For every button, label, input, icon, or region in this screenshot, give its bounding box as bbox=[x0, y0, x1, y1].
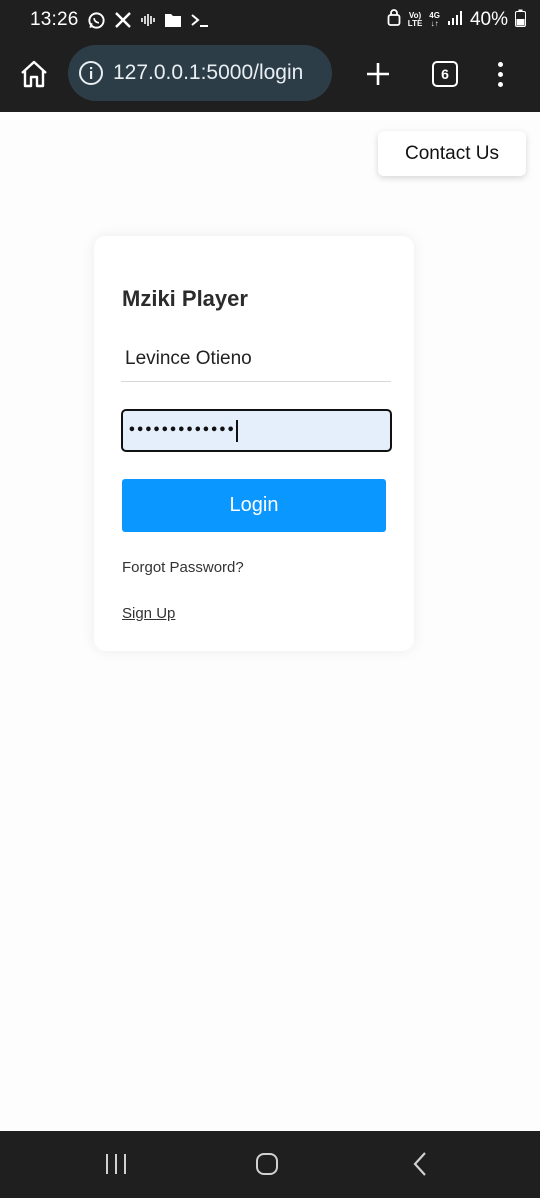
notification-icons bbox=[87, 11, 210, 30]
text-caret bbox=[235, 419, 238, 442]
page-title: Mziki Player bbox=[122, 286, 248, 311]
login-card: Mziki Player ••••••••••••• Login Forgot … bbox=[94, 236, 414, 651]
password-field[interactable]: ••••••••••••• bbox=[121, 409, 392, 452]
screen: 13:26 Vo) LTE 4G ↓↑ 40% 127.0.0.1:5000/l… bbox=[0, 0, 540, 1198]
recent-apps-button[interactable] bbox=[96, 1149, 136, 1179]
status-time: 13:26 bbox=[30, 9, 79, 30]
tab-switcher-button[interactable]: 6 bbox=[428, 54, 462, 94]
battery-icon bbox=[515, 9, 526, 32]
voice-wave-icon bbox=[140, 12, 156, 28]
contact-us-button[interactable]: Contact Us bbox=[378, 131, 526, 176]
password-mask: ••••••••••••• bbox=[128, 423, 235, 438]
tabs-icon: 6 bbox=[432, 61, 458, 87]
url-text[interactable]: 127.0.0.1:5000/login bbox=[113, 61, 303, 85]
alarm-lock-icon bbox=[387, 8, 401, 32]
sign-up-link[interactable]: Sign Up bbox=[122, 605, 175, 622]
login-button[interactable]: Login bbox=[122, 479, 386, 532]
plus-icon bbox=[367, 63, 389, 85]
new-tab-button[interactable] bbox=[358, 54, 398, 94]
tab-count: 6 bbox=[441, 66, 449, 82]
home-button[interactable] bbox=[14, 54, 54, 94]
x-icon bbox=[114, 11, 132, 29]
battery-percent: 40% bbox=[469, 9, 508, 30]
signal-icon bbox=[447, 10, 463, 31]
4g-icon: 4G ↓↑ bbox=[429, 11, 440, 28]
net-type-text: 4G bbox=[429, 11, 440, 20]
volte-bottom-text: LTE bbox=[407, 19, 423, 28]
system-status-icons: Vo) LTE 4G ↓↑ 40% bbox=[387, 8, 526, 32]
forgot-password-link[interactable]: Forgot Password? bbox=[122, 559, 244, 576]
navigation-bar bbox=[0, 1131, 540, 1198]
web-page: Contact Us Mziki Player ••••••••••••• Lo… bbox=[0, 112, 540, 1131]
home-nav-button[interactable] bbox=[247, 1149, 287, 1179]
volte-icon: Vo) LTE bbox=[408, 12, 423, 28]
info-icon[interactable] bbox=[78, 60, 104, 86]
folder-icon bbox=[164, 12, 182, 28]
back-icon bbox=[413, 1152, 426, 1176]
back-button[interactable] bbox=[400, 1149, 440, 1179]
whatsapp-icon bbox=[87, 11, 106, 30]
terminal-icon bbox=[190, 12, 210, 28]
overflow-menu-icon[interactable] bbox=[484, 54, 516, 94]
status-bar: 13:26 Vo) LTE 4G ↓↑ 40% bbox=[0, 0, 540, 40]
recent-apps-icon bbox=[106, 1154, 126, 1174]
browser-toolbar: 127.0.0.1:5000/login 6 bbox=[0, 40, 540, 112]
home-icon bbox=[21, 60, 47, 88]
username-field[interactable] bbox=[121, 334, 391, 382]
home-nav-icon bbox=[256, 1153, 278, 1175]
address-bar[interactable]: 127.0.0.1:5000/login bbox=[68, 45, 332, 101]
